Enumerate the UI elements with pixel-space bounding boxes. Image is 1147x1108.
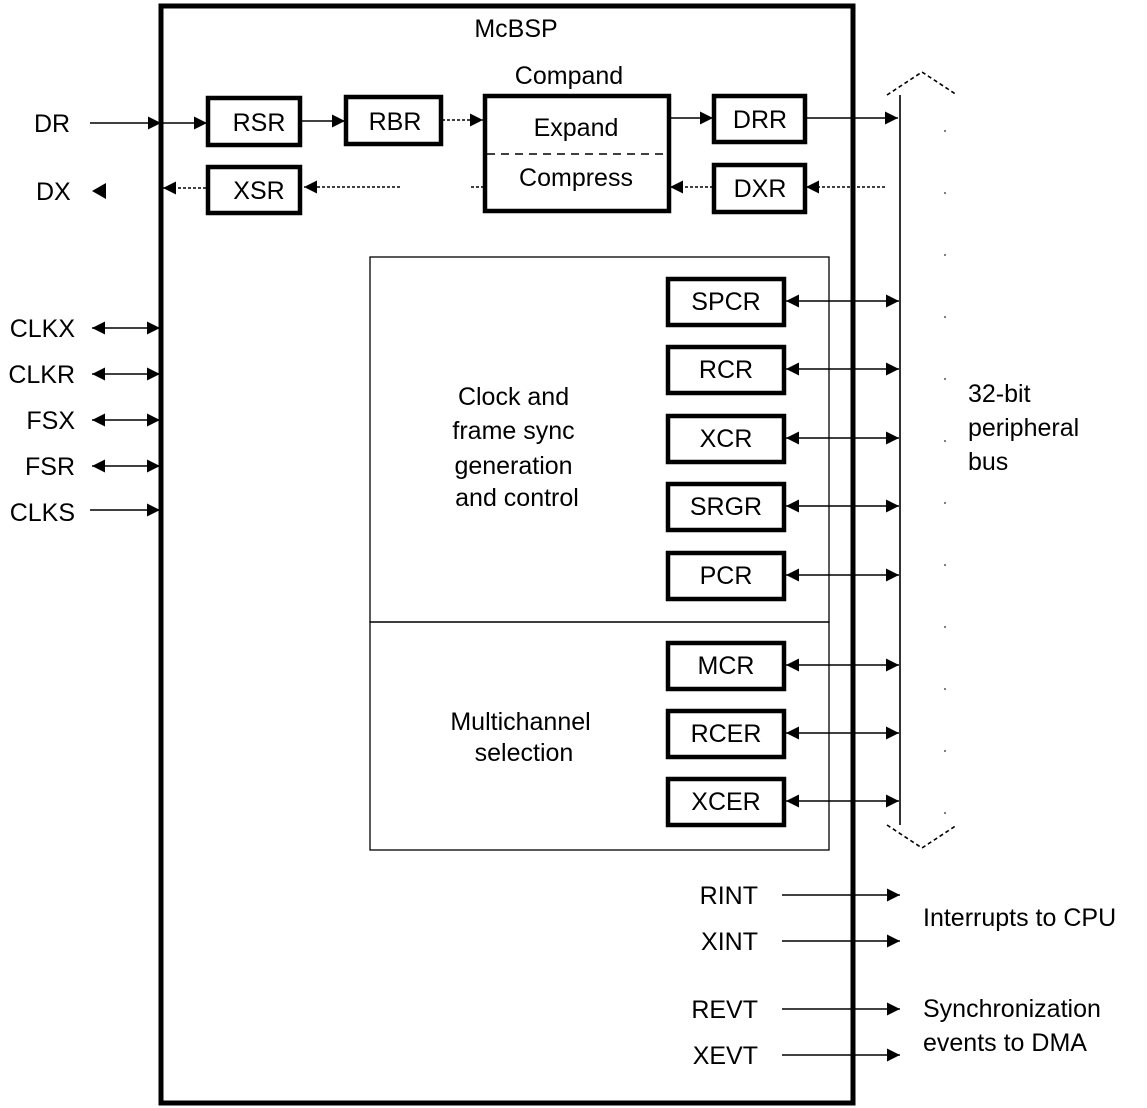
register-mcr-label: MCR [698, 652, 755, 680]
multichannel-block-label: Multichannel selection [450, 708, 597, 767]
sync-events-label: Synchronization events to DMA [923, 995, 1108, 1057]
register-rbr-label: RBR [369, 108, 422, 136]
output-label-revt: REVT [691, 996, 758, 1024]
mcbsp-block-diagram: McBSP DR RSR RBR Compand Expand Compress… [8, 3, 1116, 1106]
bus-bottom-arrowhead [886, 824, 958, 849]
pin-label-fsr: FSR [25, 453, 75, 481]
peripheral-bus: 32-bit peripheral bus [886, 71, 1086, 849]
clock-block-label-line: Clock and [458, 383, 569, 411]
bus-label-line: peripheral [968, 414, 1079, 442]
mcbsp-title: McBSP [474, 15, 557, 43]
register-pcr-label: PCR [700, 562, 753, 590]
clock-block-label-line: frame sync [452, 417, 574, 445]
output-label-xint: XINT [701, 928, 758, 956]
register-xcer-label: XCER [691, 788, 760, 816]
expand-label: Expand [534, 114, 619, 142]
register-xcr-label: XCR [700, 425, 753, 453]
compand-label: Compand [515, 62, 623, 90]
register-rcer-label: RCER [691, 720, 762, 748]
sync-events-label-line: events to DMA [923, 1029, 1087, 1057]
multichannel-label-line: selection [475, 739, 574, 767]
interrupts-to-cpu-label: Interrupts to CPU [923, 904, 1116, 932]
multichannel-label-line: Multichannel [450, 708, 590, 736]
clock-block-label: Clock and frame sync generation and cont… [452, 383, 581, 512]
compress-label: Compress [519, 164, 633, 192]
bus-label-line: 32-bit [968, 380, 1031, 408]
register-xsr-label: XSR [233, 177, 284, 205]
register-rcr-label: RCR [699, 356, 753, 384]
register-drr-label: DRR [733, 106, 787, 134]
sync-events-label-line: Synchronization [923, 995, 1101, 1023]
outputs: RINT XINT Interrupts to CPU REVT XEVT Sy… [691, 882, 1116, 1070]
pin-label-fsx: FSX [26, 407, 75, 435]
register-rsr-label: RSR [233, 109, 286, 137]
clock-block-label-line: and control [455, 484, 579, 512]
bus-top-arrowhead [886, 71, 958, 96]
register-dxr-label: DXR [734, 175, 787, 203]
output-label-rint: RINT [700, 882, 758, 910]
pin-label-clks: CLKS [10, 499, 75, 527]
control-registers: SPCR RCR XCR SRGR PCR MCR RCER XCER [665, 276, 899, 828]
bus-label-line: bus [968, 448, 1008, 476]
clock-block-label-line: generation [454, 452, 572, 480]
dx-output-arrowhead [92, 183, 106, 199]
pin-label-dx: DX [36, 178, 71, 206]
clock-pins: CLKX CLKR FSX FSR CLKS [8, 315, 160, 527]
pin-label-dr: DR [34, 110, 70, 138]
register-spcr-label: SPCR [691, 288, 760, 316]
output-label-xevt: XEVT [693, 1042, 758, 1070]
pin-label-clkx: CLKX [10, 315, 76, 343]
bus-label: 32-bit peripheral bus [968, 380, 1086, 476]
register-srgr-label: SRGR [690, 493, 762, 521]
pin-label-clkr: CLKR [8, 361, 75, 389]
